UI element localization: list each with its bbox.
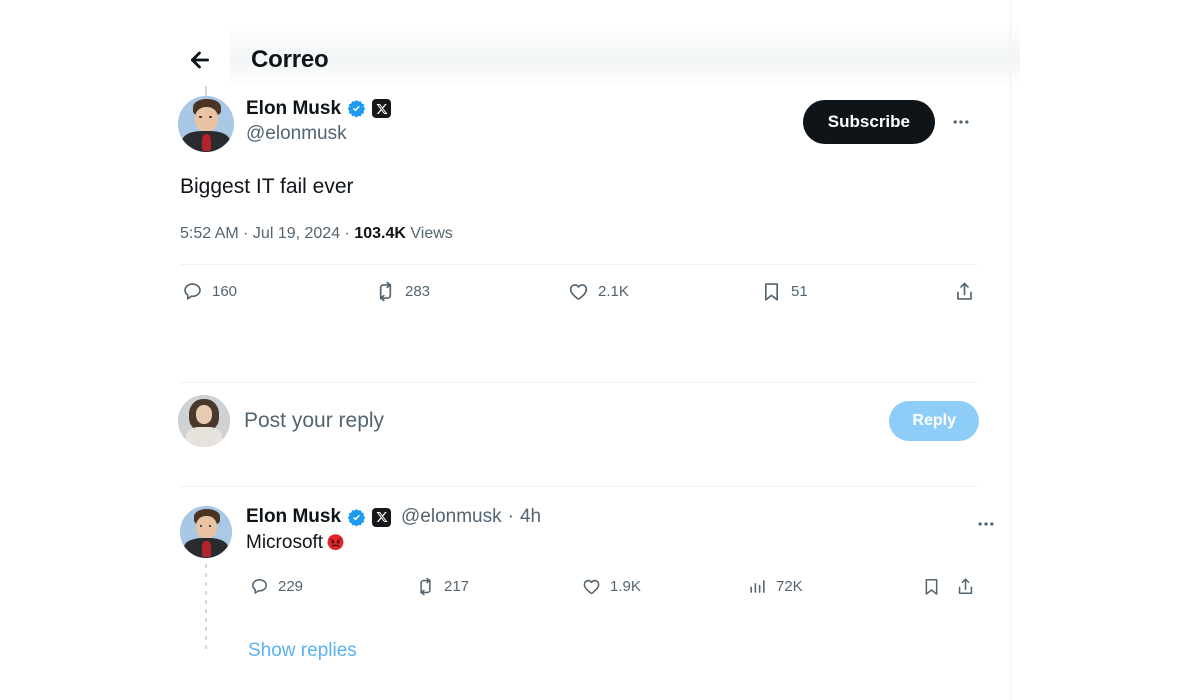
reply-timestamp[interactable]: 4h (520, 506, 541, 528)
heart-icon (568, 281, 589, 302)
reply-input[interactable]: Post your reply (244, 409, 889, 433)
avatar[interactable] (180, 506, 232, 558)
back-button[interactable] (176, 36, 224, 84)
meta-separator-2: · (340, 225, 355, 243)
reply-timestamp-separator: · (507, 506, 514, 527)
reply-views-action[interactable]: 72K (748, 577, 914, 596)
tweet-text: Biggest IT fail ever (180, 175, 354, 198)
bookmark-action[interactable]: 51 (761, 281, 954, 302)
views-count: 103.4K (354, 225, 406, 243)
timeline-column: Correo Elon Musk @elonmusk Subscribe Big… (170, 0, 1020, 700)
comment-icon (182, 281, 203, 302)
retweet-count: 283 (405, 282, 431, 300)
reply-like-action[interactable]: 1.9K (582, 577, 748, 596)
tweet-time: 5:52 AM (180, 225, 239, 243)
composer-bottom-divider (180, 486, 979, 487)
reply-author-row: Elon Musk @elonmusk · 4h (246, 506, 994, 528)
tweet-action-bar: 160 283 2.1K 51 (178, 267, 979, 315)
reply-reply-count: 229 (278, 577, 304, 595)
like-count: 2.1K (598, 282, 629, 300)
x-badge-icon (372, 99, 392, 119)
reply-bookmark-button[interactable] (914, 569, 948, 603)
author-handle[interactable]: @elonmusk (246, 122, 391, 145)
reply-composer: Post your reply Reply (170, 385, 1011, 457)
tweet-date: Jul 19, 2024 (252, 225, 341, 243)
show-replies-link[interactable]: Show replies (248, 640, 357, 662)
reply-text-content: Microsoft (246, 532, 324, 553)
reply-reply-action[interactable]: 229 (250, 577, 416, 596)
reply-author-display-name[interactable]: Elon Musk (246, 506, 341, 528)
x-badge-icon (372, 507, 392, 527)
more-horizontal-icon (951, 112, 971, 132)
tweet-header-actions: Subscribe (802, 100, 979, 144)
reply-post: Elon Musk @elonmusk · 4h Microsoft 229 2… (170, 492, 1011, 654)
analytics-icon (748, 577, 767, 596)
reply-author-handle[interactable]: @elonmusk (401, 506, 502, 528)
share-icon (956, 577, 975, 596)
reply-submit-button[interactable]: Reply (889, 401, 979, 441)
page-root: Correo Elon Musk @elonmusk Subscribe Big… (0, 0, 1200, 700)
author-display-name[interactable]: Elon Musk (246, 97, 341, 120)
heart-icon (582, 577, 601, 596)
views-label: Views (410, 225, 453, 243)
main-tweet: Elon Musk @elonmusk Subscribe Biggest IT… (170, 86, 1011, 315)
reply-like-count: 1.9K (610, 577, 641, 595)
bookmark-icon (922, 577, 941, 596)
share-icon (954, 281, 975, 302)
reply-text: Microsoft (246, 532, 986, 554)
verified-badge-icon (347, 508, 366, 527)
angry-face-emoji (326, 532, 345, 551)
reply-action[interactable]: 160 (182, 281, 375, 302)
reply-content: Elon Musk @elonmusk · 4h Microsoft 229 2… (246, 506, 994, 654)
comment-icon (250, 577, 269, 596)
reply-more-options-button[interactable] (968, 506, 1004, 542)
thread-line-dotted (205, 564, 207, 654)
retweet-icon (416, 577, 435, 596)
retweet-icon (375, 281, 396, 302)
page-header: Correo (170, 34, 1010, 86)
composer-top-divider (180, 382, 979, 383)
reply-views-count: 72K (776, 577, 803, 595)
user-avatar[interactable] (178, 395, 230, 447)
retweet-action[interactable]: 283 (375, 281, 568, 302)
tweet-metadata: 5:52 AM · Jul 19, 2024 · 103.4K Views (180, 225, 979, 243)
reply-right-actions (914, 569, 982, 603)
subscribe-button[interactable]: Subscribe (802, 100, 935, 144)
reply-share-button[interactable] (948, 569, 982, 603)
author-name-row: Elon Musk (246, 97, 392, 120)
bookmark-count: 51 (791, 282, 808, 300)
reply-retweet-action[interactable]: 217 (416, 577, 582, 596)
avatar[interactable] (178, 96, 234, 152)
reply-count: 160 (212, 282, 238, 300)
more-horizontal-icon (976, 514, 996, 534)
bookmark-icon (761, 281, 782, 302)
reply-thread-column (178, 506, 234, 654)
share-action[interactable] (954, 281, 975, 302)
more-options-button[interactable] (943, 104, 979, 140)
author-names: Elon Musk @elonmusk (246, 96, 392, 145)
like-action[interactable]: 2.1K (568, 281, 761, 302)
reply-retweet-count: 217 (444, 577, 470, 595)
tweet-author-row: Elon Musk @elonmusk Subscribe (178, 96, 979, 152)
tweet-divider (180, 264, 977, 266)
reply-action-bar: 229 217 1.9K 72K (246, 566, 986, 606)
verified-badge-icon (347, 99, 366, 118)
meta-separator-1: · (238, 225, 253, 243)
arrow-left-icon (187, 47, 213, 73)
page-title: Correo (251, 46, 329, 73)
